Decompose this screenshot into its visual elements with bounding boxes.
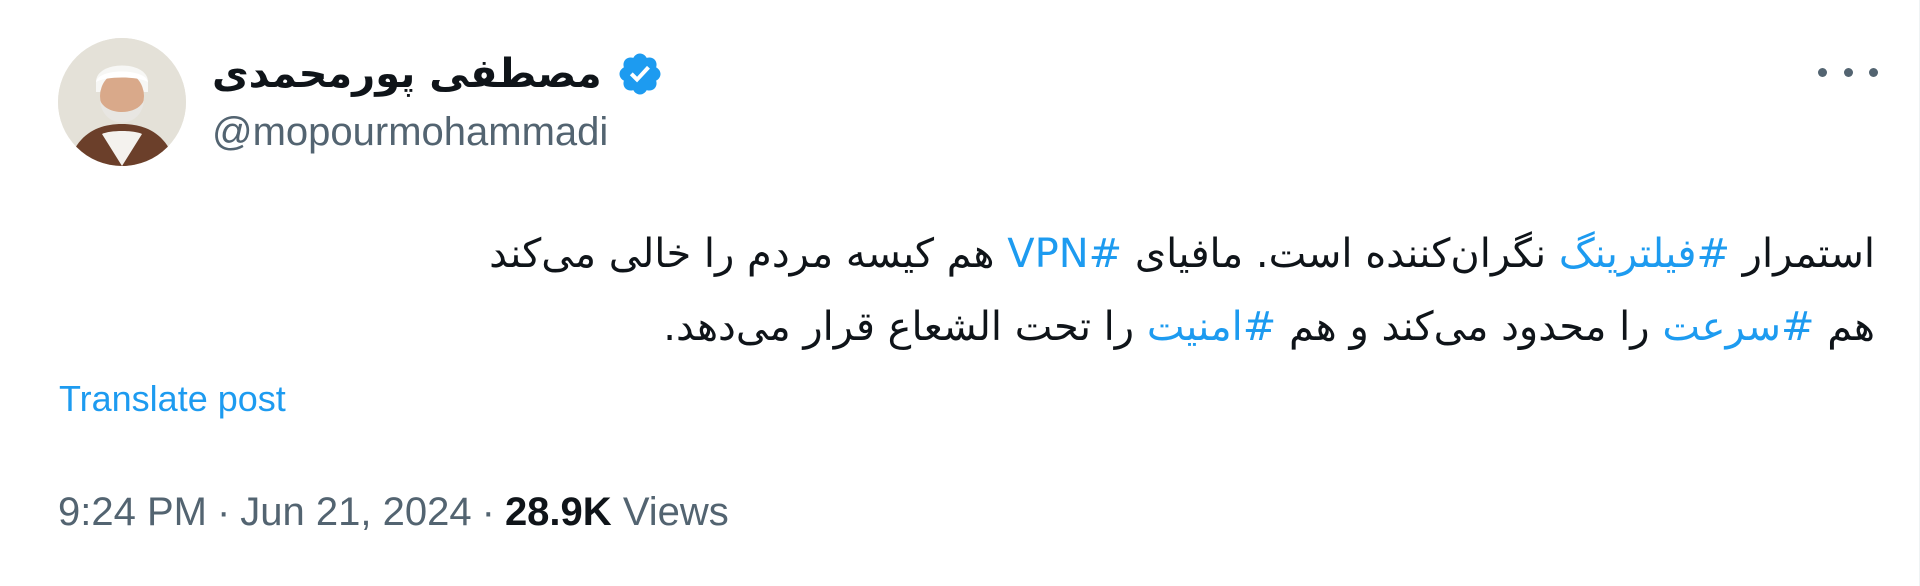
- hashtag-security[interactable]: #امنیت: [1147, 304, 1276, 350]
- author-display-name[interactable]: مصطفی پورمحمدی: [212, 51, 602, 97]
- views-count: 28.9K: [504, 490, 612, 534]
- text-segment: نگران‌کننده است. مافیای: [1122, 231, 1559, 277]
- avatar[interactable]: [58, 38, 186, 166]
- text-segment: استمرار: [1729, 231, 1875, 277]
- verified-badge-icon: [619, 53, 661, 95]
- hashtag-filtering[interactable]: #فیلترینگ: [1559, 231, 1730, 277]
- tweet-card: مصطفی پورمحمدی @mopourmohammadi استمرار …: [0, 0, 1920, 586]
- text-segment: را تحت الشعاع قرار می‌دهد.: [663, 304, 1147, 350]
- translate-post-link[interactable]: Translate post: [59, 378, 286, 420]
- text-segment: هم کیسه مردم را خالی می‌کند: [489, 231, 1008, 277]
- more-options-icon[interactable]: [1818, 52, 1878, 92]
- hashtag-speed[interactable]: #سرعت: [1662, 304, 1814, 350]
- hashtag-vpn[interactable]: #VPN: [1007, 231, 1122, 277]
- tweet-time[interactable]: 9:24 PM: [58, 490, 207, 534]
- tweet-text: استمرار #فیلترینگ نگران‌کننده است. مافیا…: [15, 218, 1875, 364]
- text-segment: هم: [1814, 304, 1875, 350]
- tweet-text-line-1: استمرار #فیلترینگ نگران‌کننده است. مافیا…: [15, 218, 1875, 291]
- separator: ·: [481, 490, 495, 534]
- tweet-metadata: 9:24 PM · Jun 21, 2024 · 28.9K Views: [58, 490, 729, 535]
- author-handle[interactable]: @mopourmohammadi: [212, 110, 608, 155]
- separator: ·: [216, 490, 231, 534]
- profile-photo-icon: [58, 38, 186, 166]
- author-name-row: مصطفی پورمحمدی: [212, 44, 664, 104]
- tweet-date[interactable]: Jun 21, 2024: [240, 490, 471, 534]
- text-segment: را محدود می‌کند و هم: [1276, 304, 1663, 350]
- tweet-text-line-2: هم #سرعت را محدود می‌کند و هم #امنیت را …: [15, 291, 1875, 364]
- views-label: Views: [622, 490, 729, 534]
